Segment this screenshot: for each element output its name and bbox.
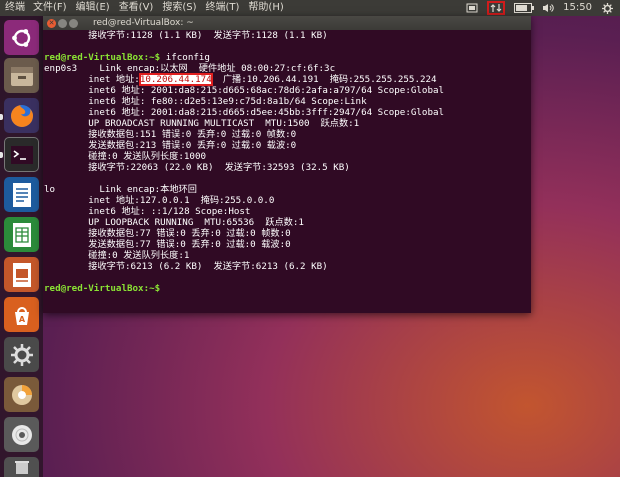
disk-icon[interactable] bbox=[4, 377, 39, 412]
terminal-line: 接收字节:22063 (22.0 KB) 发送字节:32593 (32.5 KB… bbox=[44, 162, 350, 173]
terminal-line: 碰撞:0 发送队列长度:1000 bbox=[44, 151, 207, 162]
settings-icon[interactable] bbox=[4, 337, 39, 372]
dvd-icon[interactable] bbox=[4, 417, 39, 452]
terminal-icon[interactable] bbox=[4, 137, 39, 172]
command-text: ifconfig bbox=[160, 52, 210, 63]
ubuntu-dash-icon[interactable] bbox=[4, 20, 39, 55]
terminal-line: enp0s3 Link encap:以太网 硬件地址 08:00:27:cf:6… bbox=[44, 63, 336, 74]
terminal-line: 接收字节:1128 (1.1 KB) 发送字节:1128 (1.1 KB) bbox=[44, 30, 328, 41]
gear-icon[interactable] bbox=[600, 2, 614, 14]
firefox-icon[interactable] bbox=[4, 98, 39, 133]
writer-icon[interactable] bbox=[4, 177, 39, 212]
battery-icon[interactable] bbox=[513, 2, 535, 14]
software-center-icon[interactable]: A bbox=[4, 297, 39, 332]
calc-icon[interactable] bbox=[4, 217, 39, 252]
terminal-line: inet6 地址: 2001:da8:215:d665:68ac:78d6:2a… bbox=[44, 85, 445, 96]
shell-prompt: red@red-VirtualBox:~$ bbox=[44, 283, 161, 294]
terminal-line: 接收字节:6213 (6.2 KB) 发送字节:6213 (6.2 KB) bbox=[44, 261, 328, 272]
trash-icon[interactable] bbox=[4, 457, 39, 477]
inet-rest: 广播:10.206.44.191 掩码:255.255.255.224 bbox=[211, 74, 437, 85]
terminal-line: 接收数据包:151 错误:0 丢弃:0 过载:0 帧数:0 bbox=[44, 129, 297, 140]
terminal-line: inet6 地址: ::1/128 Scope:Host bbox=[44, 206, 251, 217]
command-text bbox=[160, 283, 166, 294]
menu-terminal[interactable]: 终端(T) bbox=[206, 0, 240, 16]
launcher: A bbox=[0, 16, 43, 477]
menu-search[interactable]: 搜索(S) bbox=[162, 0, 196, 16]
screenshot-indicator-icon[interactable] bbox=[465, 2, 479, 14]
highlighted-ip-address: 10.206.44.174 bbox=[138, 73, 213, 86]
maximize-icon[interactable] bbox=[69, 19, 78, 28]
terminal-line: inet 地址:127.0.0.1 掩码:255.0.0.0 bbox=[44, 195, 275, 206]
shell-prompt: red@red-VirtualBox:~$ bbox=[44, 52, 161, 63]
inet-label: inet 地址: bbox=[44, 74, 140, 85]
terminal-line: red@red-VirtualBox:~$ bbox=[44, 283, 531, 294]
files-icon[interactable] bbox=[4, 58, 39, 93]
terminal-line: 发送数据包:77 错误:0 丢弃:0 过载:0 载波:0 bbox=[44, 239, 291, 250]
terminal-line: inet 地址:10.206.44.174 广播:10.206.44.191 掩… bbox=[44, 73, 531, 86]
terminal-line: red@red-VirtualBox:~$ ifconfig bbox=[44, 52, 531, 63]
terminal-line: 发送数据包:213 错误:0 丢弃:0 过载:0 载波:0 bbox=[44, 140, 297, 151]
terminal-title: red@red-VirtualBox: ~ bbox=[93, 18, 194, 28]
menu-help[interactable]: 帮助(H) bbox=[248, 0, 283, 16]
terminal-output[interactable]: 接收字节:1128 (1.1 KB) 发送字节:1128 (1.1 KB) re… bbox=[43, 30, 531, 313]
close-icon[interactable]: ✕ bbox=[47, 19, 56, 28]
top-panel: 终端 文件(F) 编辑(E) 查看(V) 搜索(S) 终端(T) 帮助(H) 1… bbox=[0, 0, 620, 16]
terminal-line: lo Link encap:本地环回 bbox=[44, 184, 197, 195]
clock[interactable]: 15:50 bbox=[563, 0, 592, 16]
terminal-window[interactable]: ✕ red@red-VirtualBox: ~ 接收字节:1128 (1.1 K… bbox=[43, 16, 531, 313]
volume-icon[interactable] bbox=[541, 2, 555, 14]
terminal-line: inet6 地址: fe80::d2e5:13e9:c75d:8a1b/64 S… bbox=[44, 96, 367, 107]
menu-view[interactable]: 查看(V) bbox=[119, 0, 154, 16]
terminal-titlebar[interactable]: ✕ red@red-VirtualBox: ~ bbox=[43, 16, 531, 30]
indicator-area: 15:50 bbox=[465, 0, 614, 16]
menu-edit[interactable]: 编辑(E) bbox=[76, 0, 110, 16]
terminal-line: 接收数据包:77 错误:0 丢弃:0 过载:0 帧数:0 bbox=[44, 228, 291, 239]
impress-icon[interactable] bbox=[4, 257, 39, 292]
minimize-icon[interactable] bbox=[58, 19, 67, 28]
terminal-line: 碰撞:0 发送队列长度:1 bbox=[44, 250, 190, 261]
menu-file[interactable]: 文件(F) bbox=[33, 0, 67, 16]
terminal-line: UP BROADCAST RUNNING MULTICAST MTU:1500 … bbox=[44, 118, 360, 129]
menu-bar: 文件(F) 编辑(E) 查看(V) 搜索(S) 终端(T) 帮助(H) bbox=[33, 0, 284, 16]
app-name[interactable]: 终端 bbox=[0, 0, 33, 16]
network-updown-icon[interactable] bbox=[487, 1, 506, 15]
svg-text:A: A bbox=[18, 315, 25, 324]
terminal-line: UP LOOPBACK RUNNING MTU:65536 跃点数:1 bbox=[44, 217, 304, 228]
terminal-line: inet6 地址: 2001:da8:215:d665:d5ee:45bb:3f… bbox=[44, 107, 445, 118]
